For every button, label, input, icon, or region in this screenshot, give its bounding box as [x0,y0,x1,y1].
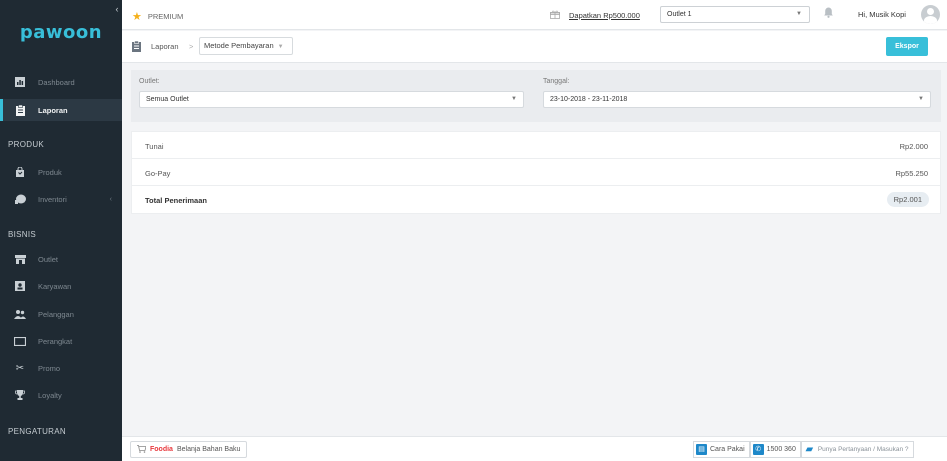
sidebar-item-loyalty[interactable]: Loyalty [0,384,122,406]
trophy-icon [14,390,26,401]
report-type-select[interactable]: Metode Pembayaran ▼ [199,37,293,55]
gift-icon [550,10,560,21]
payment-method-label: Tunai [145,142,164,151]
promo-link[interactable]: Dapatkan Rp500.000 [569,11,640,20]
cara-pakai-button[interactable]: ▤ Cara Pakai [693,441,750,458]
chevron-down-icon: ▼ [277,44,284,50]
payment-amount: Rp2.000 [899,142,928,151]
feedback-button[interactable]: ▰ Punya Pertanyaan / Masukan ? [800,441,914,458]
total-label: Total Penerimaan [145,196,207,205]
tablet-icon [14,336,26,347]
section-bisnis: BISNIS [8,230,37,239]
chevron-down-icon: ▼ [918,96,924,102]
cara-pakai-label: Cara Pakai [710,446,745,453]
table-row: Go-Pay Rp55.250 [132,159,940,186]
bottom-bar: Foodia Belanja Bahan Baku ▤ Cara Pakai ✆… [122,436,947,461]
chevron-down-icon: ▼ [796,11,802,17]
sidebar-item-karyawan[interactable]: Karyawan [0,275,122,297]
sidebar-item-label: Karyawan [38,281,72,291]
users-icon [14,309,26,320]
sidebar-item-promo[interactable]: ✂ Promo [0,357,122,379]
clipboard-icon [14,104,26,116]
sidebar-item-label: Loyalty [38,390,62,400]
total-amount-badge: Rp2.001 [886,192,929,207]
chart-icon [14,77,26,88]
payment-method-label: Go-Pay [145,169,171,178]
sidebar: ‹ pawoon Dashboard Laporan PRODUK Produk… [0,0,122,461]
id-card-icon [14,281,26,292]
foodia-button[interactable]: Foodia Belanja Bahan Baku [130,441,248,458]
help-bar: ▤ Cara Pakai ✆ 1500 360 ▰ Punya Pertanya… [693,441,914,458]
feedback-label: Punya Pertanyaan / Masukan ? [817,446,909,453]
app-logo[interactable]: pawoon [0,22,122,43]
breadcrumb: Laporan > Metode Pembayaran ▼ Ekspor [122,31,947,63]
top-bar: ★ PREMIUM Dapatkan Rp500.000 Outlet 1 ▼ … [122,0,947,30]
payment-method-table: Tunai Rp2.000 Go-Pay Rp55.250 Total Pene… [131,131,941,214]
sidebar-item-label: Perangkat [38,336,73,346]
report-type-value: Metode Pembayaran [204,41,274,50]
breadcrumb-laporan[interactable]: Laporan [151,42,179,51]
outlet-filter-label: Outlet: [139,78,160,85]
sidebar-item-label: Dashboard [38,77,75,87]
sidebar-item-perangkat[interactable]: Perangkat [0,330,122,352]
collapse-sidebar-icon[interactable]: ‹ [112,3,122,15]
total-row: Total Penerimaan Rp2.001 [132,186,940,213]
sidebar-item-produk[interactable]: Produk [0,161,122,183]
sidebar-item-label: Laporan [38,105,68,115]
avatar[interactable] [921,5,940,24]
scissors-icon: ✂ [15,362,25,374]
outlet-select[interactable]: Outlet 1 ▼ [660,6,810,23]
outlet-filter-value: Semua Outlet [146,96,189,103]
sidebar-item-label: Produk [38,167,62,177]
star-icon: ★ [132,11,142,23]
date-filter-label: Tanggal: [543,78,570,85]
user-greeting[interactable]: Hi, Musik Kopi [858,10,906,19]
promo: Dapatkan Rp500.000 [550,10,640,21]
sidebar-item-laporan[interactable]: Laporan [0,99,122,121]
bell-icon[interactable] [824,7,833,21]
sidebar-item-label: Pelanggan [38,309,74,319]
date-range-value: 23-10-2018 - 23-11-2018 [550,96,628,103]
payment-amount: Rp55.250 [895,169,928,178]
outlet-filter-select[interactable]: Semua Outlet ▼ [139,91,524,108]
sidebar-item-dashboard[interactable]: Dashboard [0,71,122,93]
breadcrumb-separator: > [189,42,194,51]
sidebar-item-pelanggan[interactable]: Pelanggan [0,303,122,325]
foodia-label: Belanja Bahan Baku [176,446,241,453]
chat-icon: ▰ [803,444,815,455]
book-icon: ▤ [696,444,707,455]
date-range-picker[interactable]: 23-10-2018 - 23-11-2018 ▼ [543,91,931,108]
cart-icon [137,444,147,455]
sidebar-item-outlet[interactable]: Outlet [0,248,122,270]
bag-icon [14,167,26,178]
premium-label: PREMIUM [147,12,184,21]
filter-panel: Outlet: Semua Outlet ▼ Tanggal: 23-10-20… [131,70,941,122]
clipboard-icon [132,40,141,55]
outlet-select-value: Outlet 1 [667,11,692,18]
export-button[interactable]: Ekspor [886,37,928,56]
sidebar-item-label: Inventori [38,194,67,204]
section-produk: PRODUK [8,140,45,149]
phone-icon: ✆ [752,444,764,455]
sidebar-item-label: Promo [38,363,61,373]
sidebar-item-label: Outlet [38,254,59,264]
table-row: Tunai Rp2.000 [132,132,940,159]
phone-button[interactable]: ✆ 1500 360 [749,441,801,458]
sidebar-item-inventori[interactable]: Inventori ‹ [0,188,122,210]
box-icon [14,194,26,205]
foodia-logo: Foodia [150,446,173,453]
section-pengaturan: PENGATURAN [8,427,66,436]
chevron-down-icon: ▼ [511,96,517,102]
store-icon [14,254,26,265]
premium-badge[interactable]: ★ PREMIUM [132,10,183,23]
phone-number: 1500 360 [766,446,796,453]
chevron-left-icon: ‹ [109,195,112,203]
